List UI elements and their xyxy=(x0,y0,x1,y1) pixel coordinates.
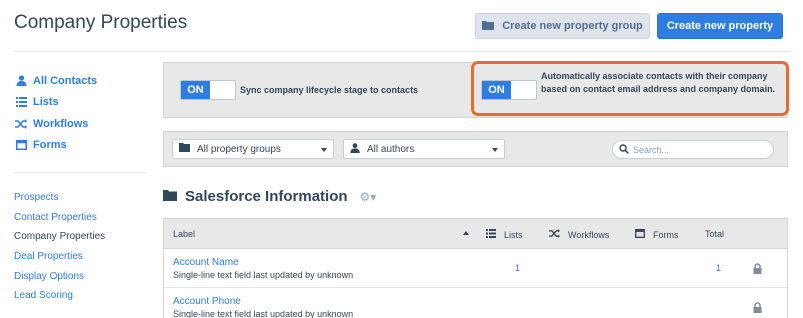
sidebar-link-lead-scoring[interactable]: Lead Scoring xyxy=(14,290,105,310)
folder-icon xyxy=(482,20,495,33)
sidebar-link-display-options[interactable]: Display Options xyxy=(14,271,105,291)
sidebar-secondary-nav: Prospects Contact Properties Company Pro… xyxy=(14,192,105,310)
create-property-group-button[interactable]: Create new property group xyxy=(475,13,650,39)
sidebar-link-company-properties[interactable]: Company Properties xyxy=(14,231,105,251)
search-input[interactable]: Search... xyxy=(612,140,774,159)
sidebar-link-contact-properties[interactable]: Contact Properties xyxy=(14,212,105,232)
sidebar-link-prospects[interactable]: Prospects xyxy=(14,192,105,212)
gear-icon[interactable]: ⚙▾ xyxy=(360,190,377,204)
sidebar-divider xyxy=(14,172,146,173)
property-name-link[interactable]: Account Phone xyxy=(173,296,241,307)
sync-lifecycle-label: Sync company lifecycle stage to contacts xyxy=(240,85,419,95)
lock-icon xyxy=(753,300,762,318)
table-row: Account Name Single-line text field last… xyxy=(164,249,787,288)
user-icon xyxy=(15,75,27,87)
lists-count-link[interactable]: 1 xyxy=(515,263,520,273)
property-description: Single-line text field last updated by u… xyxy=(173,309,354,318)
chevron-down-icon xyxy=(321,148,327,152)
authors-value: All authors xyxy=(367,143,415,155)
user-icon xyxy=(350,142,360,156)
header-divider xyxy=(14,51,790,52)
sidebar-link-deal-properties[interactable]: Deal Properties xyxy=(14,251,105,271)
section-title: Salesforce Information xyxy=(185,188,348,205)
properties-table: Label Lists Workflows Forms Total Accoun… xyxy=(163,218,788,318)
sidebar-primary-nav: All Contacts Lists Workflows Forms xyxy=(15,70,97,156)
list-icon xyxy=(486,229,496,240)
toggle-state: ON xyxy=(181,81,210,99)
sidebar-item-forms[interactable]: Forms xyxy=(15,135,97,157)
table-row: Account Phone Single-line text field las… xyxy=(164,288,787,318)
create-new-property-button[interactable]: Create new property xyxy=(657,13,783,39)
property-description: Single-line text field last updated by u… xyxy=(173,270,354,280)
column-forms[interactable]: Forms xyxy=(635,229,679,240)
highlight-annotation xyxy=(471,61,789,116)
property-groups-value: All property groups xyxy=(197,143,281,155)
property-groups-select[interactable]: All property groups xyxy=(172,139,334,159)
column-total[interactable]: Total xyxy=(705,229,724,239)
sort-icon[interactable] xyxy=(463,231,469,235)
form-icon xyxy=(635,229,645,240)
sidebar-item-label: Workflows xyxy=(33,117,89,130)
total-count-link[interactable]: 1 xyxy=(716,263,721,273)
sidebar-item-all-contacts[interactable]: All Contacts xyxy=(15,70,97,92)
lock-icon xyxy=(753,261,762,279)
sidebar-item-workflows[interactable]: Workflows xyxy=(15,113,97,135)
sidebar-item-lists[interactable]: Lists xyxy=(15,92,97,114)
column-label[interactable]: Label xyxy=(173,229,195,239)
sidebar-item-label: All Contacts xyxy=(33,74,98,87)
search-placeholder: Search... xyxy=(633,144,670,155)
table-header: Label Lists Workflows Forms Total xyxy=(164,219,787,249)
column-lists[interactable]: Lists xyxy=(486,229,523,240)
list-icon xyxy=(15,97,27,108)
shuffle-icon xyxy=(15,118,27,129)
folder-icon xyxy=(179,143,190,155)
search-icon xyxy=(619,143,629,156)
folder-icon xyxy=(163,188,177,205)
sidebar-item-label: Forms xyxy=(33,139,67,152)
sync-lifecycle-toggle[interactable]: ON xyxy=(180,80,236,100)
property-name-link[interactable]: Account Name xyxy=(173,257,239,268)
column-workflows[interactable]: Workflows xyxy=(549,229,609,240)
sidebar-item-label: Lists xyxy=(33,96,59,109)
create-property-group-label: Create new property group xyxy=(502,20,643,32)
form-icon xyxy=(15,140,27,151)
section-heading: Salesforce Information ⚙▾ xyxy=(163,188,376,205)
chevron-down-icon xyxy=(492,148,498,152)
page-title: Company Properties xyxy=(14,12,188,33)
shuffle-icon xyxy=(549,229,560,240)
authors-select[interactable]: All authors xyxy=(343,139,505,159)
